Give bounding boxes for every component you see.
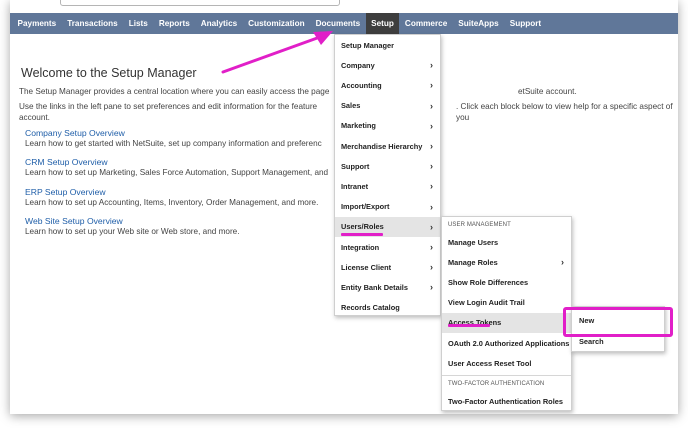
- app-window: Payments Transactions Lists Reports Anal…: [10, 0, 678, 414]
- annotation-highlight-new: [563, 307, 673, 337]
- annotation-arrow: [221, 31, 333, 74]
- annotation-underline-users-roles: [341, 233, 383, 236]
- annotation-underline-access-tokens: [448, 324, 490, 327]
